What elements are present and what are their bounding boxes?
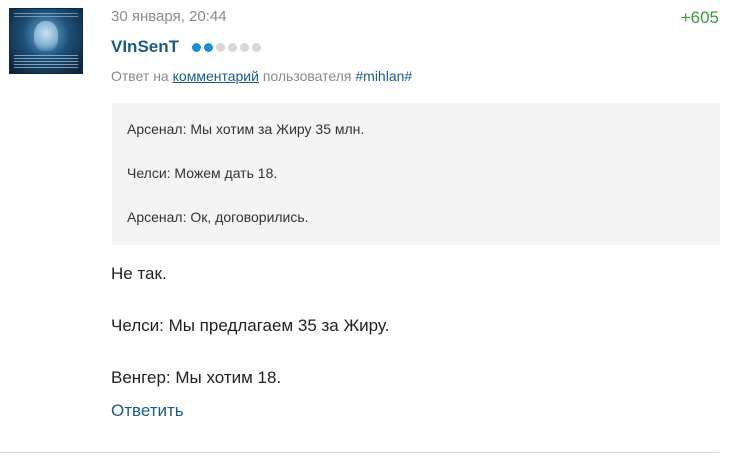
parent-author-link[interactable]: #mihlan#: [355, 68, 412, 84]
comment-rating: +605: [680, 8, 719, 27]
level-dot-empty: [252, 43, 261, 52]
quote-line: Арсенал: Ок, договорились.: [127, 209, 309, 225]
comment-text-line: Венгер: Мы хотим 18.: [111, 368, 282, 387]
reply-prefix: Ответ на: [111, 68, 169, 84]
reply-middle-text: пользователя: [262, 68, 352, 84]
quote-line: Арсенал: Мы хотим за Жиру 35 млн.: [127, 121, 365, 137]
quote-line: Челси: Можем дать 18.: [127, 165, 278, 181]
level-dot-empty: [228, 43, 237, 52]
level-dot-empty: [240, 43, 249, 52]
level-dot-empty: [216, 43, 225, 52]
avatar-decor-top: [14, 13, 78, 19]
comment-text-line: Челси: Мы предлагаем 35 за Жиру.: [111, 316, 390, 335]
avatar-decor-bottom: [14, 55, 78, 69]
comment-timestamp: 30 января, 20:44: [111, 8, 227, 25]
author-username[interactable]: VInSenT: [111, 37, 179, 57]
comment-divider: [0, 452, 719, 453]
level-dot-filled: [204, 43, 213, 52]
reply-button[interactable]: Ответить: [111, 401, 184, 421]
user-level-indicator: [192, 43, 261, 52]
avatar-face: [34, 21, 58, 51]
comment-text-line: Не так.: [111, 264, 167, 283]
parent-comment-link[interactable]: комментарий: [173, 68, 259, 84]
avatar[interactable]: [9, 8, 83, 74]
quoted-comment: Арсенал: Мы хотим за Жиру 35 млн. Челси:…: [112, 103, 720, 245]
level-dot-filled: [192, 43, 201, 52]
reply-context: Ответ на комментарий пользователя #mihla…: [111, 68, 412, 84]
